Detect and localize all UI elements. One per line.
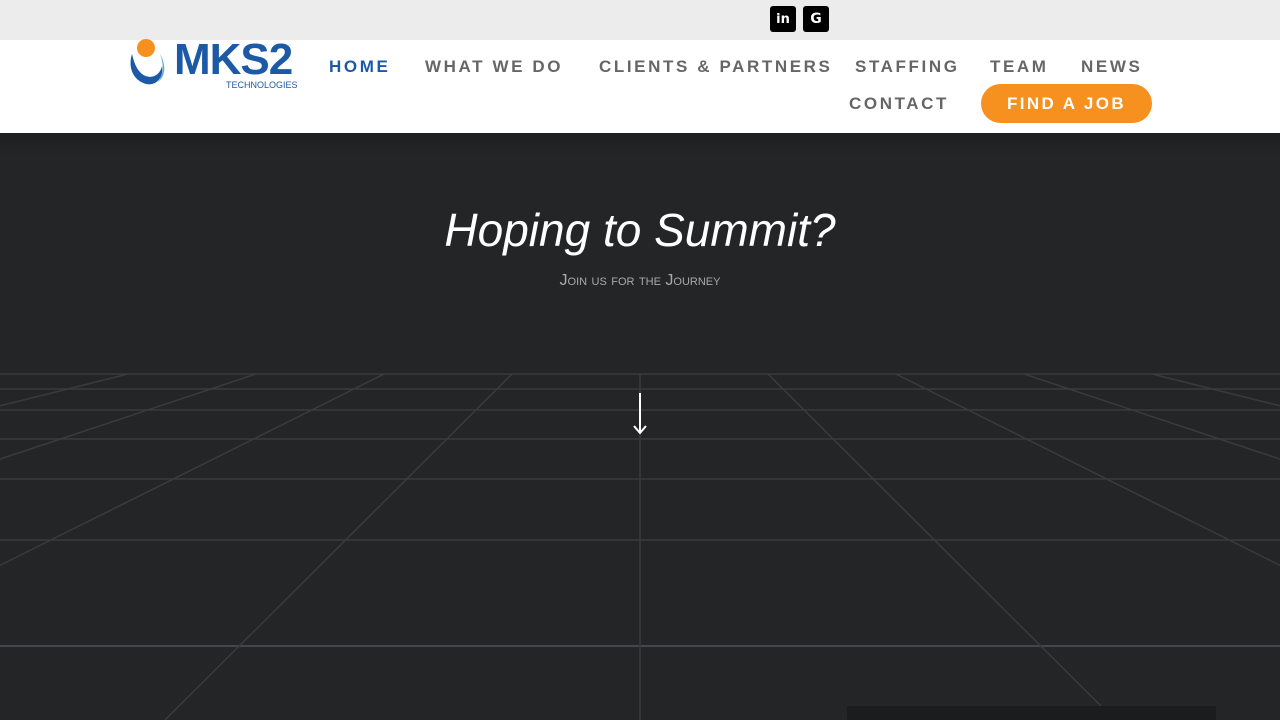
nav-staffing[interactable]: STAFFING	[855, 57, 960, 77]
google-icon[interactable]: G	[803, 6, 829, 32]
site-header: MKS2 TECHNOLOGIES HOME WHAT WE DO CLIENT…	[0, 35, 1280, 133]
nav-contact[interactable]: CONTACT	[849, 94, 949, 114]
linkedin-icon[interactable]: in	[770, 6, 796, 32]
logo-wordmark: MKS2	[174, 35, 293, 84]
nav-clients-partners[interactable]: CLIENTS & PARTNERS	[599, 57, 833, 77]
hero-title: Hoping to Summit?	[444, 204, 836, 256]
bottom-panel	[847, 706, 1216, 720]
nav-what-we-do[interactable]: WHAT WE DO	[425, 57, 563, 77]
nav-news[interactable]: NEWS	[1081, 57, 1142, 77]
hero-section: Hoping to Summit? Join us for the Journe…	[0, 133, 1280, 720]
nav-team[interactable]: TEAM	[990, 57, 1049, 77]
logo-mark-icon	[130, 39, 165, 85]
site-logo[interactable]: MKS2 TECHNOLOGIES	[126, 34, 298, 98]
find-a-job-button[interactable]: FIND A JOB	[981, 84, 1152, 123]
hero-subtitle: Join us for the Journey	[559, 272, 721, 289]
logo-subtitle: TECHNOLOGIES	[226, 80, 298, 90]
scroll-down-arrow-icon[interactable]	[628, 391, 652, 439]
nav-home[interactable]: HOME	[329, 57, 390, 77]
header-shadow	[0, 133, 1280, 157]
